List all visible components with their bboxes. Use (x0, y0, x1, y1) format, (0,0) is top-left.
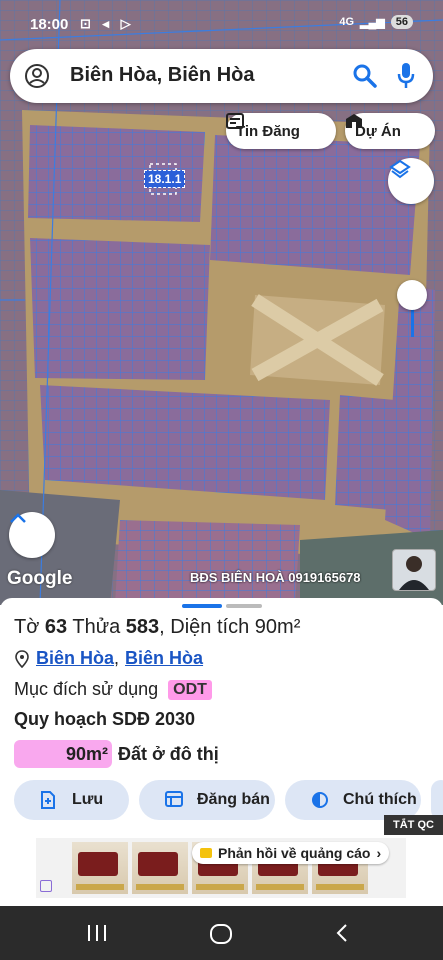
list-card-icon (165, 791, 183, 807)
chevron-up-icon (10, 513, 26, 523)
chip-du-an[interactable]: Dự Án (345, 113, 435, 149)
close-ads-button[interactable]: TẮT QC (384, 815, 443, 835)
plot-label: Thửa (72, 616, 121, 638)
plot-number-label[interactable]: 18.1.1 (144, 170, 186, 188)
post-sale-button[interactable]: Đăng bán (139, 780, 275, 820)
microphone-icon[interactable] (396, 61, 416, 91)
area-value: 90m² (254, 616, 301, 638)
network-indicator: 4G (339, 16, 355, 28)
status-right: 4G ▂▄▆ 56 (339, 15, 413, 29)
recent-apps-icon[interactable] (86, 923, 108, 943)
chevron-right-icon: › (376, 845, 382, 861)
action-buttons: Lưu Đăng bán Chú thích (14, 780, 443, 820)
avatar[interactable] (392, 549, 436, 591)
location-line: Biên Hòa , Biên Hòa (14, 648, 203, 669)
ad-product-image (132, 842, 188, 894)
plot-number: 583 (125, 616, 160, 638)
search-input[interactable]: Biên Hòa, Biên Hòa (70, 64, 254, 87)
purpose-label: Mục đích sử dụng (14, 679, 159, 699)
ad-feedback-button[interactable]: Phản hồi về quảng cáo › (192, 842, 390, 864)
location-link-ward[interactable]: Biên Hòa (36, 648, 114, 669)
person-icon (399, 556, 429, 590)
save-doc-icon (41, 791, 55, 809)
save-button[interactable]: Lưu (14, 780, 129, 820)
contrast-icon (312, 792, 328, 808)
map-view[interactable]: 18:00 ⊡ ◂ ▷ 4G ▂▄▆ 56 Biên Hòa, Biên Hòa (0, 0, 443, 605)
ad-choices-icon[interactable] (40, 880, 52, 892)
sheet-number: 63 (44, 616, 68, 638)
expand-up-button[interactable] (9, 512, 55, 558)
status-icons: ⊡ ◂ ▷ (80, 16, 135, 31)
sheet-tab-indicator[interactable] (226, 604, 262, 608)
status-time: 18:00 (30, 16, 69, 33)
chat-icon (200, 848, 212, 858)
ad-banner[interactable]: Phản hồi về quảng cáo › (36, 838, 406, 898)
search-bar[interactable]: Biên Hòa, Biên Hòa (10, 49, 433, 103)
legend-label: Chú thích (343, 791, 417, 808)
google-logo: Google (7, 568, 73, 589)
listing-icon (226, 113, 244, 129)
save-button-label: Lưu (72, 791, 104, 808)
parcel-info-sheet: Tờ 63 Thửa 583, Diện tích 90m² Biên Hòa … (0, 598, 443, 906)
status-bar: 18:00 ⊡ ◂ ▷ 4G ▂▄▆ 56 (0, 0, 443, 48)
layers-button[interactable] (388, 158, 434, 204)
plan-title: Quy hoạch SDĐ 2030 (14, 709, 196, 729)
ad-feedback-label: Phản hồi về quảng cáo (218, 845, 371, 861)
land-use-purpose: Mục đích sử dụng ODT (14, 679, 212, 700)
plan-area-label: Đất ở đô thị (118, 743, 219, 764)
post-sale-label: Đăng bán (197, 791, 270, 808)
parcel-title: Tờ 63 Thửa 583, Diện tích 90m² (14, 616, 301, 638)
back-icon[interactable] (334, 923, 350, 943)
purpose-code-badge: ODT (168, 679, 212, 700)
area-label: Diện tích (170, 616, 250, 638)
ad-product-image (72, 842, 128, 894)
sheet-tab-indicator-active[interactable] (182, 604, 222, 608)
search-icon[interactable] (352, 63, 378, 89)
legend-button[interactable]: Chú thích (285, 780, 421, 820)
building-icon (346, 114, 362, 128)
map-watermark: BĐS BIÊN HOÀ 0919165678 (190, 570, 361, 585)
home-icon[interactable] (208, 923, 234, 945)
chip-tin-dang[interactable]: Tin Đăng (226, 113, 336, 149)
battery-indicator: 56 (390, 15, 413, 29)
plan-area-value: 90m² (14, 740, 112, 768)
system-nav-bar (0, 906, 443, 960)
signal-icon: ▂▄▆ (360, 16, 385, 29)
location-pin-icon (15, 649, 29, 668)
more-actions-button[interactable] (431, 780, 443, 820)
location-link-city[interactable]: Biên Hòa (125, 648, 203, 669)
chip-tin-dang-label: Tin Đăng (236, 122, 300, 140)
sheet-label: Tờ (14, 616, 40, 638)
account-icon[interactable] (24, 63, 50, 89)
layers-icon (389, 159, 411, 179)
opacity-slider-knob[interactable] (397, 280, 427, 310)
plan-area-row: 90m² Đất ở đô thị (14, 740, 219, 768)
